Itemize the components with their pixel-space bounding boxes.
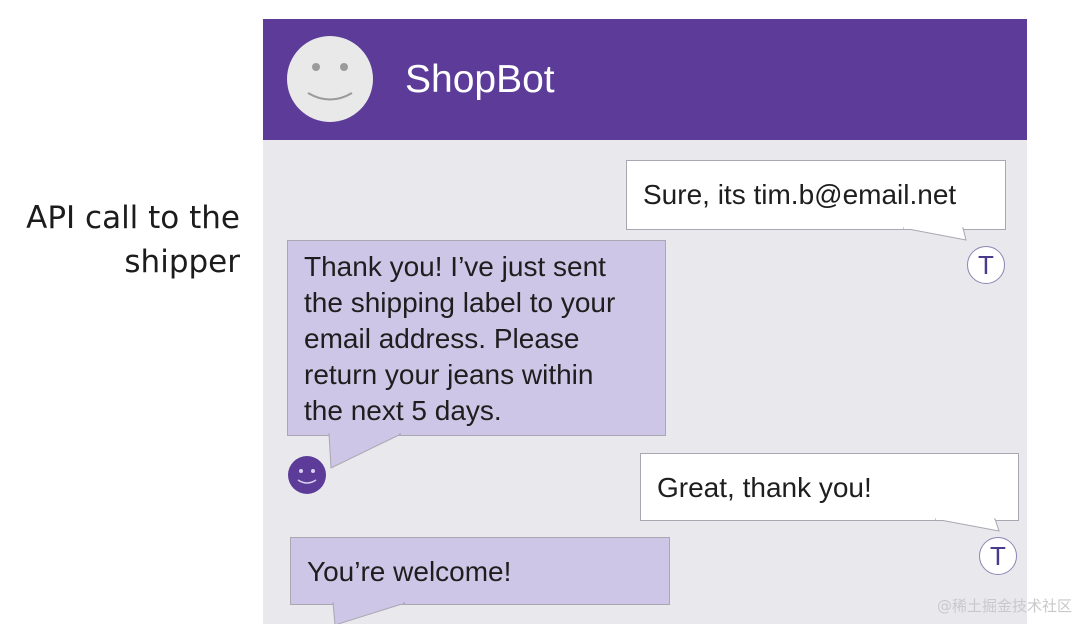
message-line: the shipping label to your	[304, 287, 616, 318]
message-text: You’re welcome!	[307, 556, 512, 587]
user-avatar: T	[967, 246, 1005, 284]
chat-header: ShopBot	[263, 19, 1027, 140]
message-line: return your jeans within	[304, 359, 594, 390]
bubble-tail	[328, 433, 402, 469]
message-text: Great, thank you!	[657, 472, 872, 503]
bubble-tail	[902, 227, 967, 241]
watermark: @稀土掘金技术社区	[936, 597, 1072, 615]
bubble-tail	[934, 518, 1000, 532]
bubble-tail	[332, 602, 406, 624]
annotation-line-2: shipper	[124, 244, 240, 280]
message-line: the next 5 days.	[304, 395, 502, 426]
bot-message: Thank you! I’ve just sent the shipping l…	[287, 240, 666, 436]
message-text: Sure, its tim.b@email.net	[643, 179, 957, 210]
bot-avatar-icon	[288, 456, 326, 494]
side-annotation: API call to the shipper	[0, 196, 240, 284]
chat-title: ShopBot	[405, 58, 555, 101]
chat-window: ShopBot Sure, its tim.b@email.net T Than…	[263, 19, 1027, 624]
user-message: Sure, its tim.b@email.net	[626, 160, 1006, 230]
message-line: email address. Please	[304, 323, 580, 354]
user-message: Great, thank you!	[640, 453, 1019, 521]
message-line: Thank you! I’ve just sent	[304, 251, 606, 282]
bot-message: You’re welcome!	[290, 537, 670, 605]
annotation-line-1: API call to the	[26, 200, 240, 236]
message-text: Thank you! I’ve just sent the shipping l…	[304, 249, 615, 429]
user-avatar: T	[979, 537, 1017, 575]
smiley-face-icon	[287, 36, 373, 122]
